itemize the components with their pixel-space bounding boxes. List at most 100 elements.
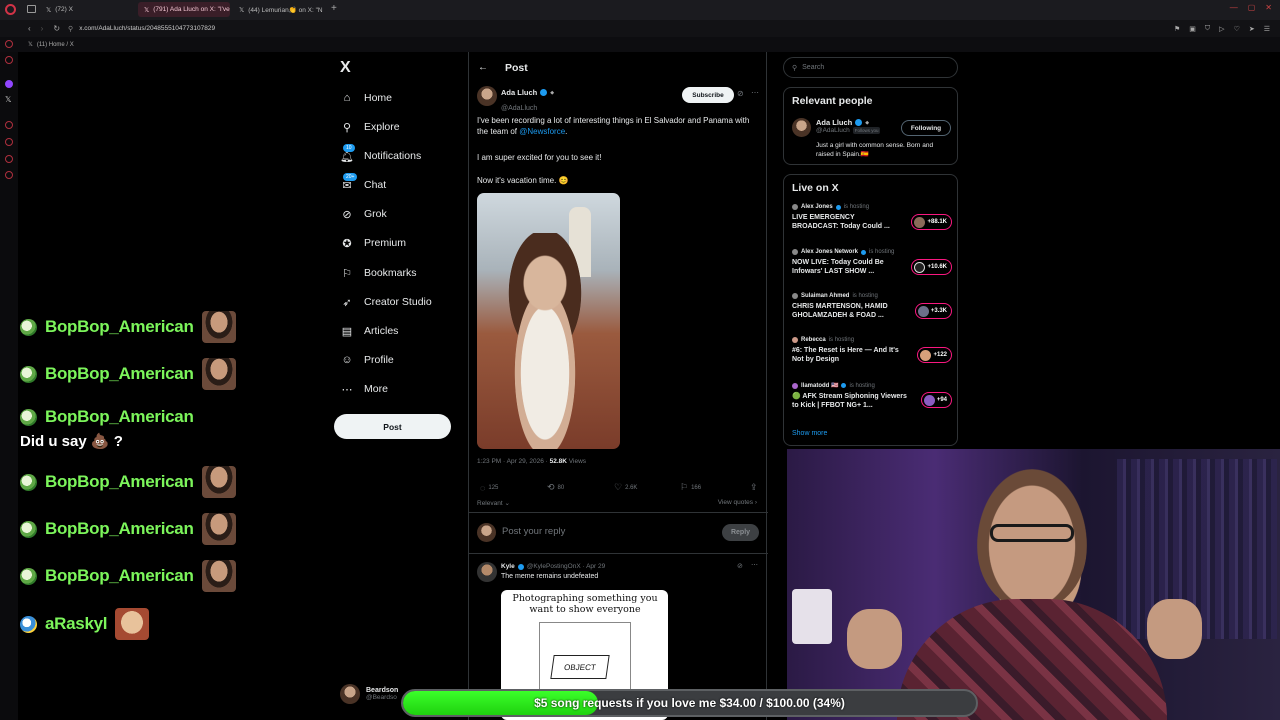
close-icon[interactable]: ✕ bbox=[1265, 3, 1272, 12]
tab-1[interactable]: 𝕏 (72) X bbox=[40, 2, 132, 17]
live-on-x-title: Live on X bbox=[792, 182, 839, 194]
sort-dropdown[interactable]: Relevant ⌄ bbox=[477, 499, 510, 507]
live-listener-pill[interactable]: +10.6K bbox=[911, 259, 952, 275]
person-avatar[interactable] bbox=[792, 118, 811, 137]
nav-notifications[interactable]: 🔔︎ 10 Notifications bbox=[340, 144, 421, 166]
grok-icon[interactable]: ⊘ bbox=[737, 562, 743, 570]
live-listener-pill[interactable]: +3.3K bbox=[914, 303, 952, 319]
reply-author-name[interactable]: Kyle bbox=[501, 563, 515, 570]
live-item[interactable]: llamatodd 🇺🇸 is hosting 🟢 AFK Stream Siph… bbox=[792, 382, 952, 420]
live-item[interactable]: Alex Jones Network is hosting NOW LIVE: T… bbox=[792, 249, 952, 287]
share-action[interactable]: ⇪ bbox=[750, 482, 758, 493]
chat-username: BopBop_American bbox=[45, 519, 194, 538]
search-input[interactable]: ⚲ Search bbox=[783, 57, 958, 78]
new-tab-icon[interactable]: + bbox=[331, 3, 337, 14]
live-item[interactable]: Rebecca is hosting #6: The Reset is Here … bbox=[792, 337, 952, 375]
play-icon[interactable]: ▷ bbox=[1219, 25, 1224, 33]
live-listener-pill[interactable]: +122 bbox=[917, 347, 952, 363]
view-quotes-link[interactable]: View quotes › bbox=[718, 499, 757, 506]
live-item[interactable]: Alex Jones is hosting LIVE EMERGENCY BROA… bbox=[792, 204, 952, 242]
post-text-2: I am super excited for you to see it! bbox=[477, 153, 602, 162]
back-icon[interactable]: ‹ bbox=[28, 24, 31, 33]
page-title: Post bbox=[505, 62, 528, 74]
nav-grok[interactable]: ⊘ Grok bbox=[340, 204, 386, 224]
like-action[interactable]: ♡ 2.6K bbox=[614, 482, 680, 493]
tab-3[interactable]: 𝕏 (44) Lemurian👏 on X: "N bbox=[233, 2, 325, 17]
x-logo-icon[interactable]: X bbox=[340, 59, 351, 77]
instagram-icon[interactable] bbox=[5, 56, 13, 64]
x-icon: 𝕏 bbox=[46, 6, 52, 14]
settings-icon[interactable] bbox=[5, 171, 13, 179]
repost-action[interactable]: ⟲ 80 bbox=[547, 482, 614, 493]
author-avatar[interactable] bbox=[477, 86, 497, 106]
author-handle[interactable]: @AdaLluch bbox=[501, 105, 537, 112]
account-switcher[interactable]: Beardson @Beardso bbox=[340, 684, 398, 704]
subscribe-button[interactable]: Subscribe bbox=[682, 87, 734, 103]
live-listener-pill[interactable]: +94 bbox=[920, 392, 952, 408]
back-arrow-icon[interactable]: ← bbox=[478, 62, 488, 73]
url-field[interactable]: x.com/AdaLluch/status/204855510477310782… bbox=[79, 25, 215, 32]
messenger-icon[interactable] bbox=[5, 40, 13, 48]
avatar bbox=[914, 216, 926, 228]
live-listener-pill[interactable]: +88.1K bbox=[911, 214, 952, 230]
grok-icon[interactable]: ⊘ bbox=[737, 89, 744, 98]
post-image[interactable] bbox=[477, 193, 620, 449]
reply-author-handle[interactable]: @KylePostingOnX · Apr 29 bbox=[527, 563, 606, 570]
more-options-icon[interactable]: ⋯ bbox=[751, 88, 759, 97]
chat-emote bbox=[201, 358, 236, 390]
nav-bookmarks[interactable]: ⚐ Bookmarks bbox=[340, 263, 416, 283]
live-item[interactable]: Sulaiman Ahmed is hosting CHRIS MARTENSON… bbox=[792, 293, 952, 331]
send-icon[interactable]: ➤ bbox=[1249, 25, 1255, 33]
chat-badge-icon bbox=[20, 318, 37, 336]
chat-username: BopBop_American bbox=[45, 317, 194, 336]
nav-explore[interactable]: ⚲ Explore bbox=[340, 117, 400, 137]
author-name[interactable]: Ada Lluch bbox=[501, 88, 537, 97]
post-button[interactable]: Post bbox=[334, 414, 451, 439]
verified-icon bbox=[841, 383, 847, 388]
pin-icon[interactable]: ⚑ bbox=[1174, 25, 1180, 33]
chat-username: BopBop_American bbox=[45, 407, 194, 426]
person-name[interactable]: Ada Lluch bbox=[816, 118, 852, 127]
clock-icon[interactable] bbox=[5, 138, 13, 146]
maximize-icon[interactable]: ▢ bbox=[1248, 3, 1256, 12]
twitch-icon[interactable] bbox=[5, 80, 13, 88]
forward-icon[interactable]: › bbox=[41, 24, 44, 33]
reply-button[interactable]: Reply bbox=[722, 524, 759, 541]
nav-creator-studio[interactable]: ➶ Creator Studio bbox=[340, 292, 431, 312]
chat-line: BopBop_American bbox=[20, 559, 236, 593]
sidebar-toggle-icon[interactable] bbox=[27, 5, 36, 13]
reply-author-avatar[interactable] bbox=[477, 562, 497, 582]
nav-profile[interactable]: ☺ Profile bbox=[340, 350, 393, 370]
newsforce-link[interactable]: @Newsforce bbox=[519, 127, 565, 136]
host-avatar-icon bbox=[792, 293, 798, 299]
profile-icon: ☺ bbox=[341, 354, 353, 366]
show-more-link[interactable]: Show more bbox=[792, 430, 827, 437]
reply-input[interactable]: Post your reply bbox=[502, 526, 565, 537]
more-options-icon[interactable]: ⋯ bbox=[751, 561, 758, 569]
bookmark-action[interactable]: ⚐ 166 bbox=[680, 482, 750, 493]
nav-articles[interactable]: ▤ Articles bbox=[340, 321, 399, 341]
bookmark-item[interactable]: (11) Home / X bbox=[37, 42, 74, 48]
host-avatar-icon bbox=[792, 337, 798, 343]
nav-premium[interactable]: ✪ Premium bbox=[340, 233, 406, 253]
reply-action[interactable]: ◌ 125 bbox=[480, 482, 547, 493]
tab-2[interactable]: 𝕏 (791) Ada Lluch on X: "I've bbox=[138, 2, 230, 17]
heart-icon[interactable]: ♡ bbox=[1234, 25, 1240, 33]
reload-icon[interactable]: ↻ bbox=[53, 24, 60, 33]
shield-icon[interactable]: ⛉ bbox=[1205, 25, 1210, 33]
like-icon: ♡ bbox=[614, 482, 623, 492]
chat-line: BopBop_American bbox=[20, 512, 236, 546]
person-handle[interactable]: @AdaLluch bbox=[816, 127, 850, 134]
history-icon[interactable] bbox=[5, 121, 13, 129]
downloads-icon[interactable] bbox=[5, 155, 13, 163]
x-rail-icon[interactable]: 𝕏 bbox=[5, 95, 11, 104]
nav-home[interactable]: ⌂ Home bbox=[340, 88, 392, 108]
nav-chat[interactable]: ✉︎ 20+ Chat bbox=[340, 173, 386, 195]
screenshot-icon[interactable]: ▣ bbox=[1189, 25, 1196, 33]
person-info: Ada Lluch ◆ @AdaLluch Follows you bbox=[816, 118, 881, 134]
following-button[interactable]: Following bbox=[901, 120, 951, 136]
minimize-icon[interactable]: — bbox=[1230, 3, 1238, 12]
menu-icon[interactable]: ☰ bbox=[1264, 25, 1270, 33]
nav-more[interactable]: ⋯ More bbox=[340, 379, 388, 399]
site-info-icon[interactable]: ⚲ bbox=[68, 25, 73, 33]
